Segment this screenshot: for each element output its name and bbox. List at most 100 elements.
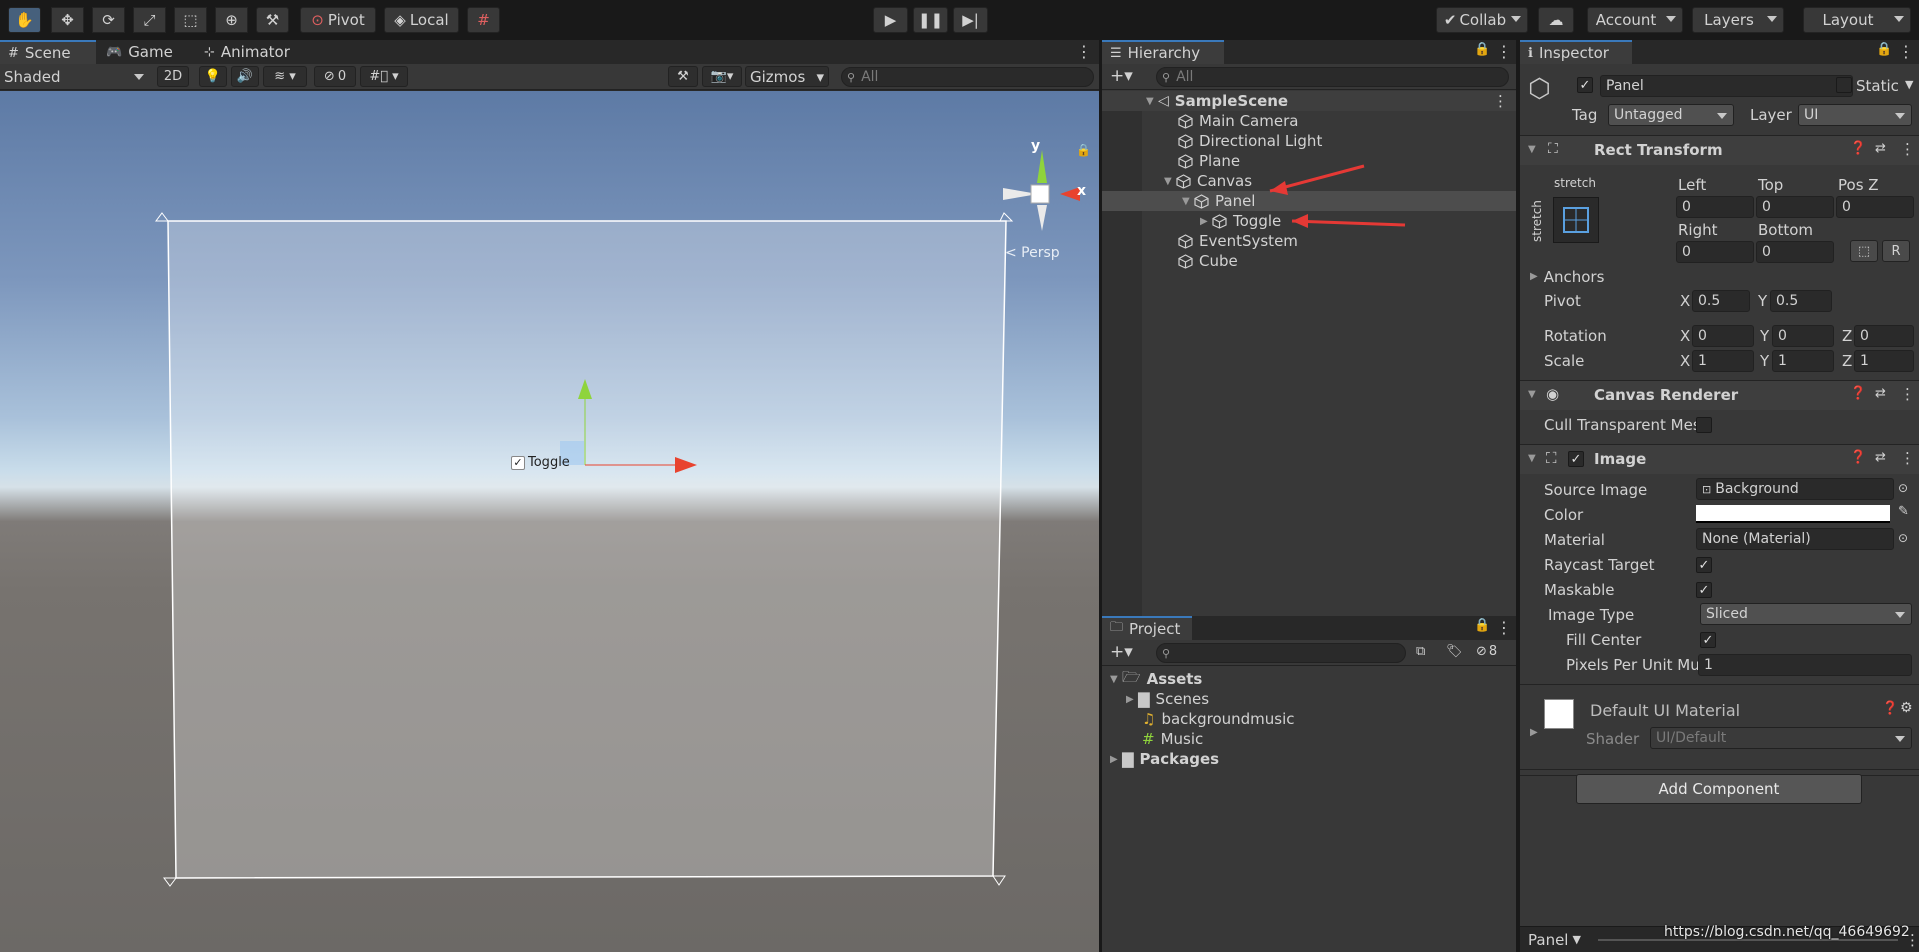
step-button[interactable]: ▶| — [953, 7, 988, 33]
gear-icon[interactable]: ⚙ — [1900, 700, 1913, 716]
help-icon[interactable]: ❓ — [1850, 141, 1866, 156]
ppu-field[interactable]: 1 — [1698, 654, 1912, 676]
project-item-assets[interactable]: ▼ 🗁 Assets — [1110, 668, 1202, 689]
hierarchy-item-main-camera[interactable]: Main Camera — [1102, 111, 1298, 131]
preset-icon[interactable]: ⇄ — [1875, 141, 1886, 156]
left-field[interactable]: 0 — [1676, 196, 1754, 218]
anchor-handle[interactable] — [163, 877, 177, 887]
maskable-checkbox[interactable]: ✓ — [1696, 582, 1712, 598]
preset-icon[interactable]: ⇄ — [1875, 450, 1886, 465]
more-options-icon[interactable]: ⋮ — [1076, 42, 1092, 61]
name-field[interactable]: Panel — [1600, 75, 1853, 97]
scale-y-field[interactable]: 1 — [1772, 350, 1834, 372]
effects-dropdown[interactable]: ≋ ▾ — [263, 66, 307, 87]
blueprint-mode-button[interactable]: ⬚ — [1850, 240, 1878, 262]
rotation-x-field[interactable]: 0 — [1692, 325, 1754, 347]
hierarchy-item-plane[interactable]: Plane — [1102, 151, 1240, 171]
scene-viewport[interactable]: y x 🔒 < Persp ✓ Toggle — [0, 91, 1099, 952]
tab-hierarchy[interactable]: ☰ Hierarchy — [1102, 40, 1224, 64]
object-picker-icon[interactable]: ⊙ — [1898, 481, 1908, 495]
right-field[interactable]: 0 — [1676, 241, 1754, 263]
anchors-foldout[interactable]: ▶ Anchors — [1530, 268, 1604, 286]
cloud-button[interactable]: ☁ — [1538, 7, 1574, 33]
pause-button[interactable]: ❚❚ — [913, 7, 948, 33]
tab-animator[interactable]: ⊹ Animator — [196, 40, 306, 64]
cull-transparent-checkbox[interactable] — [1696, 417, 1712, 433]
move-tool-button[interactable]: ✥ — [51, 7, 84, 33]
hierarchy-item-eventsystem[interactable]: EventSystem — [1102, 231, 1298, 251]
pivot-y-field[interactable]: 0.5 — [1770, 290, 1832, 312]
hidden-objects-button[interactable]: ⊘ 0 — [314, 66, 356, 87]
project-item-backgroundmusic[interactable]: ♫ backgroundmusic — [1142, 709, 1295, 729]
more-options-icon[interactable]: ⋮ — [1496, 42, 1512, 61]
expand-arrow-icon[interactable]: ▼ — [1182, 196, 1194, 207]
more-options-icon[interactable]: ⋮ — [1898, 42, 1914, 61]
project-search-input[interactable]: ⚲ — [1156, 643, 1406, 663]
top-field[interactable]: 0 — [1756, 196, 1834, 218]
raw-edit-button[interactable]: R — [1882, 240, 1910, 262]
local-button[interactable]: ◈ Local — [384, 7, 459, 33]
rect-tool-button[interactable]: ⬚ — [174, 7, 207, 33]
expand-arrow-icon[interactable]: ▶ — [1110, 754, 1122, 765]
anchor-handle[interactable] — [155, 212, 169, 222]
transform-tool-button[interactable]: ⊕ — [215, 7, 248, 33]
add-dropdown[interactable]: +▾ — [1110, 66, 1133, 86]
more-options-icon[interactable]: ⋮ — [1900, 140, 1915, 158]
help-icon[interactable]: ❓ — [1882, 701, 1898, 716]
material-field[interactable]: None (Material) — [1696, 528, 1894, 550]
pivot-button[interactable]: ⊙ Pivot — [300, 7, 376, 33]
projection-label[interactable]: < Persp — [1005, 245, 1060, 261]
grid-snap-button[interactable]: # — [467, 7, 500, 33]
chevron-down-icon[interactable]: ▼ — [1905, 78, 1913, 91]
project-item-packages[interactable]: ▶ ▇ Packages — [1110, 749, 1219, 769]
tab-scene[interactable]: # Scene — [0, 40, 96, 64]
object-picker-icon[interactable]: ⊙ — [1898, 531, 1908, 545]
help-icon[interactable]: ❓ — [1850, 386, 1866, 401]
hierarchy-item-cube[interactable]: Cube — [1102, 251, 1238, 271]
y-cone[interactable] — [1037, 150, 1047, 183]
rotation-y-field[interactable]: 0 — [1772, 325, 1834, 347]
custom-tool-button[interactable]: ⚒ — [256, 7, 289, 33]
static-checkbox[interactable] — [1836, 77, 1852, 93]
label-tag-icon[interactable]: 🏷 — [1446, 644, 1463, 659]
hidden-packages-button[interactable]: ⊘ 8 — [1476, 644, 1497, 659]
hierarchy-item-canvas[interactable]: ▼ Canvas — [1102, 171, 1252, 191]
collab-dropdown[interactable]: ✔ Collab — [1436, 7, 1528, 33]
tag-dropdown[interactable]: Untagged — [1608, 104, 1734, 126]
hierarchy-item-toggle[interactable]: ▶ Toggle — [1102, 211, 1281, 231]
hierarchy-item-panel[interactable]: ▼ Panel — [1102, 191, 1516, 211]
expand-arrow-icon[interactable]: ▶ — [1530, 727, 1538, 738]
scene-row[interactable]: ▼ ◁ SampleScene ⋮ — [1102, 91, 1516, 111]
bottom-field[interactable]: 0 — [1756, 241, 1834, 263]
expand-arrow-icon[interactable]: ▼ — [1164, 176, 1176, 187]
scene-search-input[interactable]: ⚲ All — [841, 67, 1094, 87]
expand-arrow-icon[interactable]: ▼ — [1146, 96, 1158, 107]
tab-project[interactable]: 🗀 Project — [1102, 616, 1192, 640]
neg-y-cone[interactable] — [1037, 205, 1047, 231]
rotation-z-field[interactable]: 0 — [1854, 325, 1914, 347]
more-options-icon[interactable]: ⋮ — [1900, 449, 1915, 467]
create-dropdown[interactable]: +▾ — [1110, 642, 1133, 662]
fill-center-checkbox[interactable]: ✓ — [1700, 632, 1716, 648]
grid-dropdown[interactable]: #⃝ ▾ — [360, 66, 408, 87]
scale-z-field[interactable]: 1 — [1854, 350, 1914, 372]
lighting-toggle-button[interactable]: 💡 — [199, 66, 227, 87]
pivot-x-field[interactable]: 0.5 — [1692, 290, 1750, 312]
active-checkbox[interactable]: ✓ — [1577, 77, 1593, 93]
lock-icon[interactable]: 🔒 — [1474, 618, 1490, 633]
audio-toggle-button[interactable]: 🔊 — [231, 66, 259, 87]
expand-arrow-icon[interactable]: ▼ — [1110, 674, 1122, 685]
gizmo-center-cube[interactable] — [1030, 184, 1050, 204]
hierarchy-item-directional-light[interactable]: Directional Light — [1102, 131, 1322, 151]
rotate-tool-button[interactable]: ⟳ — [92, 7, 125, 33]
scale-x-field[interactable]: 1 — [1692, 350, 1754, 372]
raycast-checkbox[interactable]: ✓ — [1696, 557, 1712, 573]
2d-toggle-button[interactable]: 2D — [157, 66, 189, 87]
project-item-scenes[interactable]: ▶ ▇ Scenes — [1126, 689, 1209, 709]
source-image-field[interactable]: ⊡ Background — [1696, 478, 1894, 500]
anchor-handle[interactable] — [999, 212, 1014, 222]
expand-arrow-icon[interactable]: ▼ — [1528, 144, 1536, 155]
canvas-renderer-header[interactable]: ▼ ◉ Canvas Renderer ❓ ⇄ ⋮ — [1520, 380, 1919, 410]
tab-game[interactable]: 🎮 Game — [98, 40, 194, 64]
shader-dropdown[interactable]: UI/Default — [1650, 727, 1912, 749]
